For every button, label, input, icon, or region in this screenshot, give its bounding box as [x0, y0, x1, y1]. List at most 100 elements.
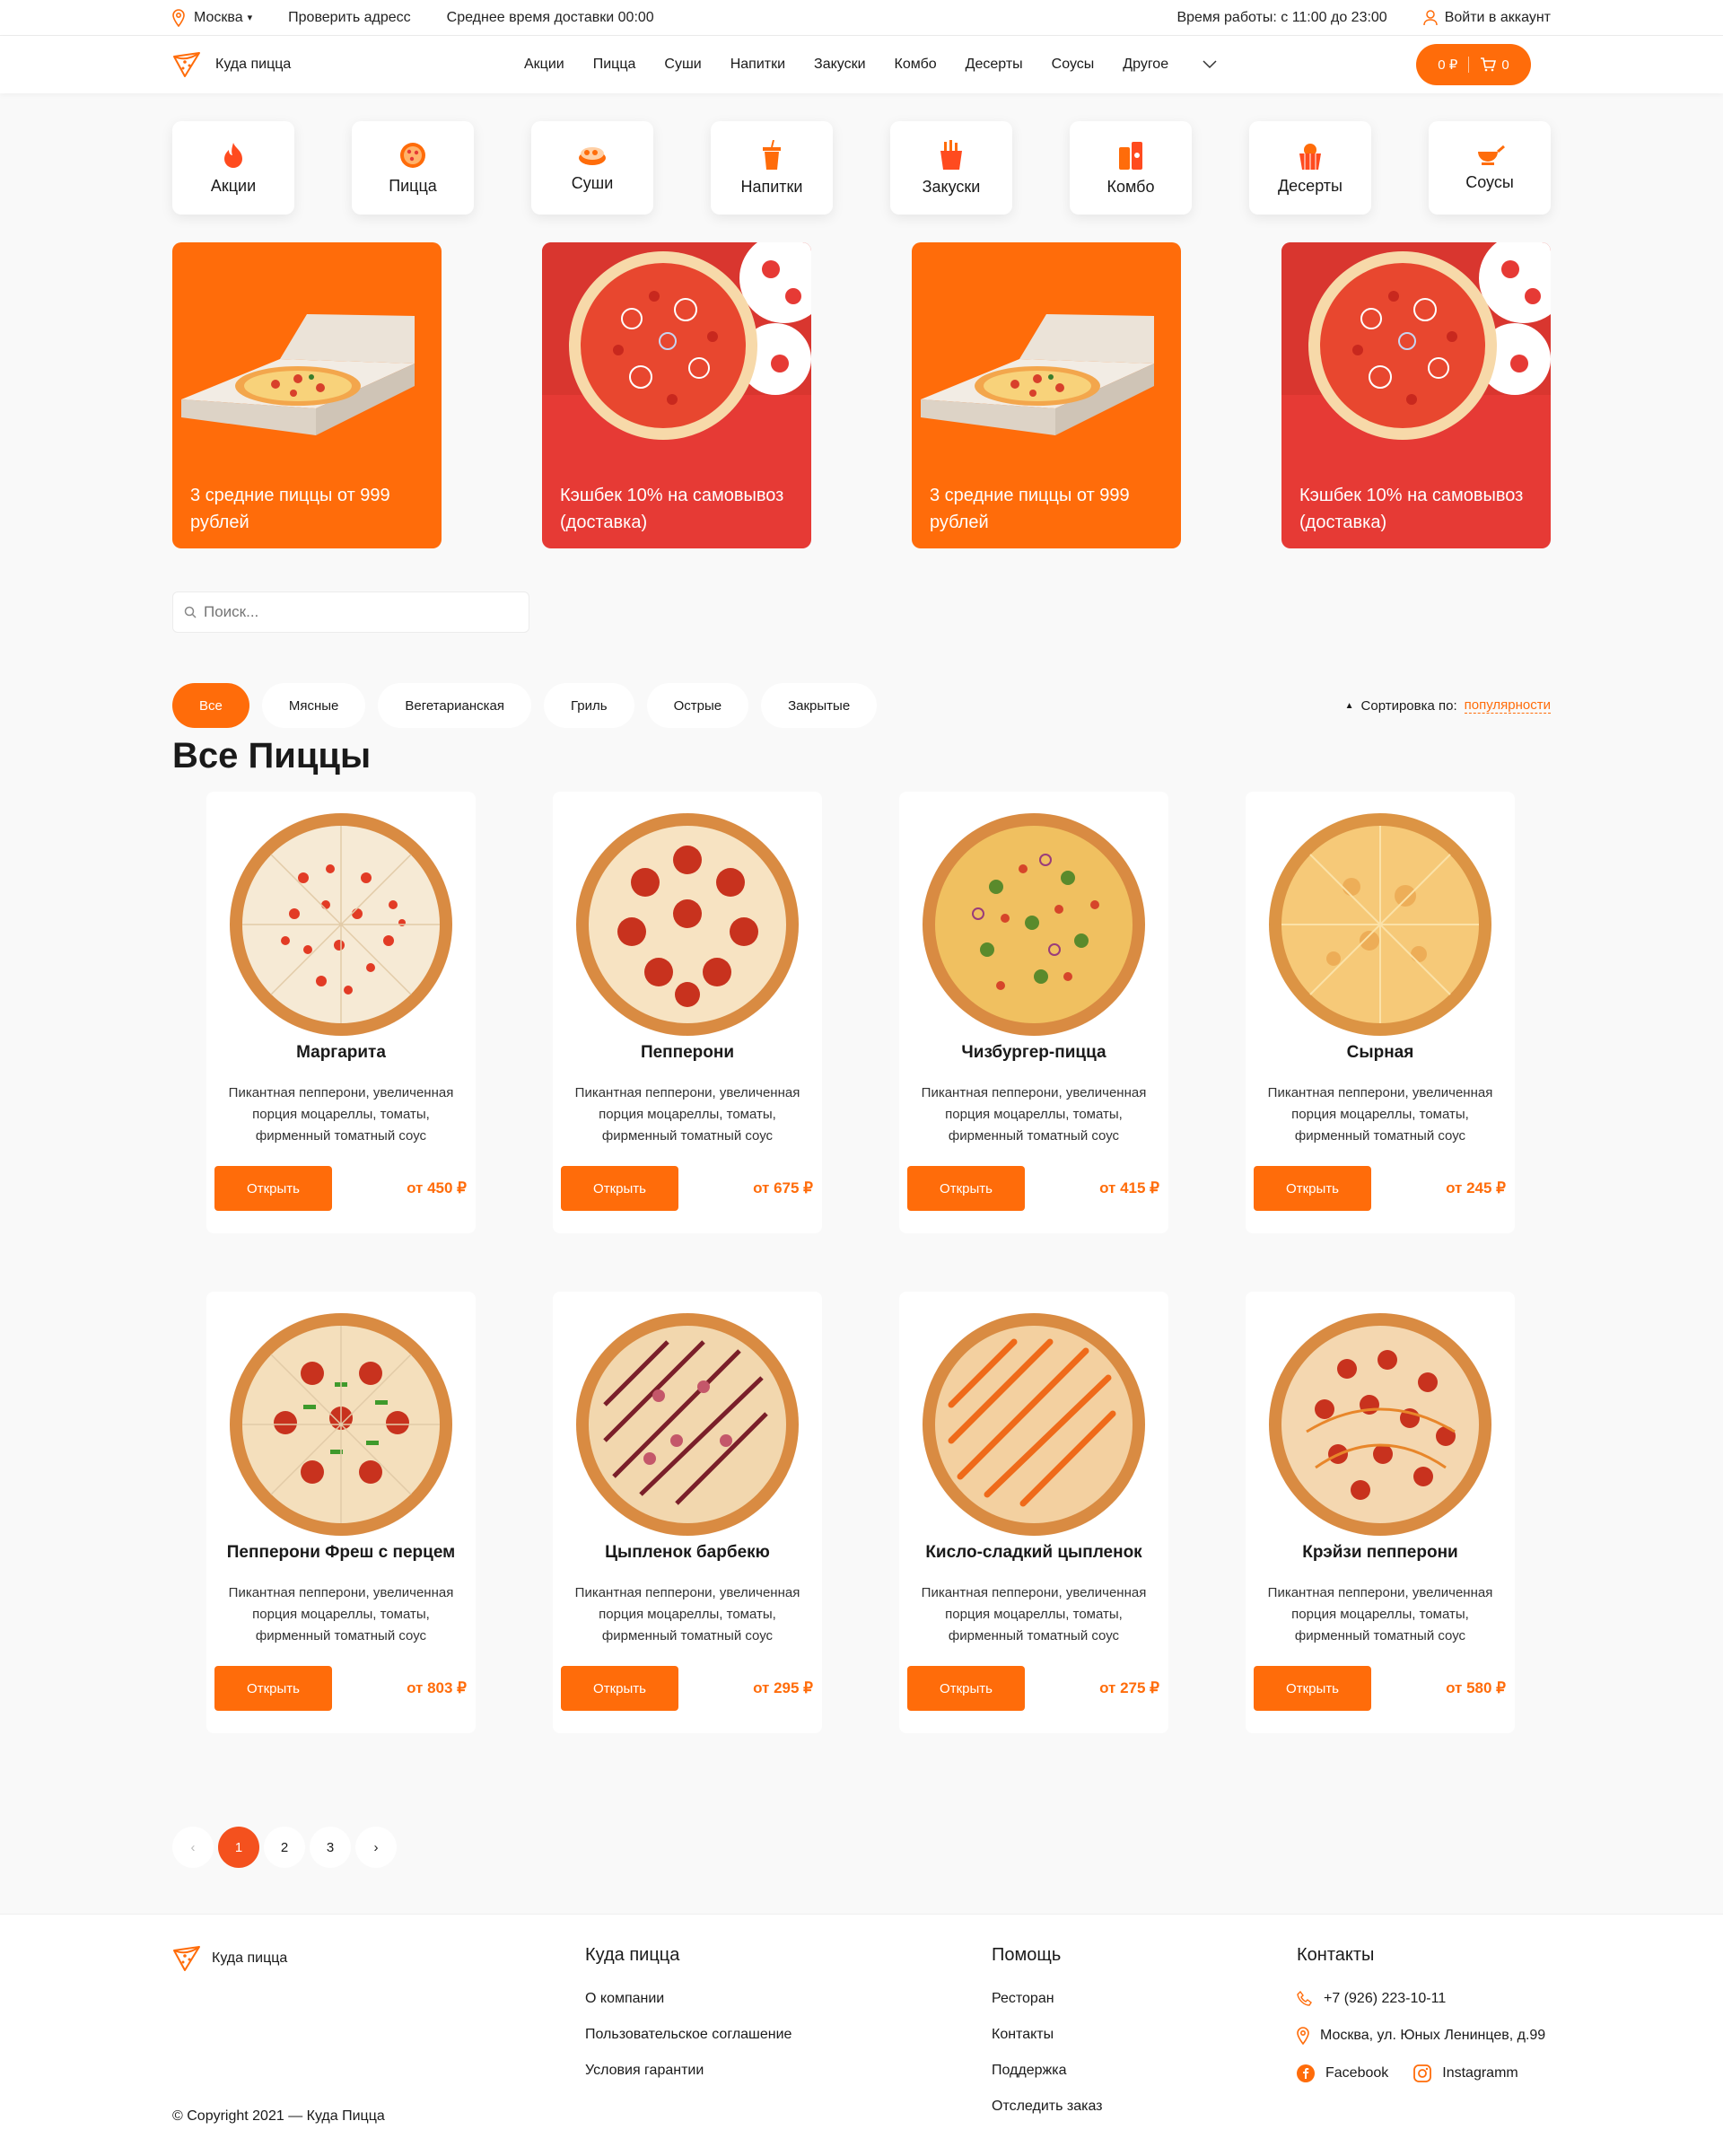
top-bar: Москва ▾ Проверить адресс Среднее время … [0, 0, 1723, 36]
promo-banner[interactable]: Кэшбек 10% на самовывоз (доставка) [542, 242, 811, 548]
footer-col-contacts: Контакты +7 (926) 223-10-11 Москва, ул. … [1297, 1945, 1545, 2102]
category-label: Комбо [1106, 177, 1155, 196]
nav-item-pizza[interactable]: Пицца [593, 57, 636, 73]
check-address-link[interactable]: Проверить адресс [288, 10, 411, 26]
facebook-label: Facebook [1325, 2065, 1389, 2081]
nav-item-drinks[interactable]: Напитки [730, 57, 785, 73]
logo[interactable]: Куда пицца [172, 51, 291, 78]
category-label: Соусы [1465, 172, 1514, 191]
pagination-next-button[interactable]: › [355, 1827, 397, 1868]
footer-link-warranty[interactable]: Условия гарантии [585, 2063, 792, 2079]
category-combo[interactable]: Комбо [1070, 121, 1192, 215]
promo-banner[interactable]: Кэшбек 10% на самовывоз (доставка) [1281, 242, 1551, 548]
dessert-icon [1299, 143, 1321, 170]
footer-social: Facebook Instagramm [1297, 2064, 1545, 2082]
category-sauces[interactable]: Соусы [1429, 121, 1551, 215]
promo-banner[interactable]: 3 средние пиццы от 999 рублей [912, 242, 1181, 548]
pizza-box-image [921, 314, 1154, 435]
filter-meat[interactable]: Мясные [261, 683, 366, 728]
open-product-button[interactable]: Открыть [1254, 1666, 1371, 1711]
category-promo[interactable]: Акции [172, 121, 294, 215]
open-product-button[interactable]: Открыть [907, 1666, 1025, 1711]
facebook-link[interactable]: Facebook [1297, 2064, 1388, 2082]
search-input[interactable] [204, 603, 509, 621]
address-text: Москва, ул. Юных Ленинцев, д.99 [1320, 2028, 1546, 2043]
chevron-down-icon: ▾ [247, 13, 253, 23]
nav-item-promo[interactable]: Акции [524, 57, 564, 73]
open-product-button[interactable]: Открыть [214, 1166, 332, 1211]
filter-closed[interactable]: Закрытые [761, 683, 878, 728]
filter-all[interactable]: Все [172, 683, 249, 728]
product-card[interactable]: Цыпленок барбекю Пикантная пепперони, ув… [553, 1292, 822, 1733]
nav-item-snacks[interactable]: Закуски [814, 57, 866, 73]
open-product-button[interactable]: Открыть [1254, 1166, 1371, 1211]
category-label: Суши [571, 173, 614, 192]
sort-value-dropdown[interactable]: популярности [1464, 697, 1551, 714]
chevron-down-icon [1203, 60, 1217, 69]
open-product-button[interactable]: Открыть [214, 1666, 332, 1711]
category-pizza[interactable]: Пицца [352, 121, 474, 215]
product-name: Пепперони Фреш с перцем [226, 1543, 456, 1562]
filter-grill[interactable]: Гриль [543, 683, 634, 728]
footer-phone[interactable]: +7 (926) 223-10-11 [1297, 1991, 1545, 2007]
promo-banner[interactable]: 3 средние пиццы от 999 рублей [172, 242, 442, 548]
instagram-label: Instagramm [1442, 2065, 1518, 2081]
phone-icon [1297, 1991, 1312, 2006]
login-link[interactable]: Войти в аккаунт [1422, 9, 1551, 26]
search-icon [184, 606, 197, 618]
city-selector[interactable]: Москва ▾ [172, 8, 253, 27]
footer-logo[interactable]: Куда пицца [172, 1945, 287, 1972]
nav-item-desserts[interactable]: Десерты [966, 57, 1023, 73]
instagram-link[interactable]: Instagramm [1413, 2064, 1518, 2082]
pizza-image [1281, 242, 1551, 440]
nav-item-combo[interactable]: Комбо [895, 57, 937, 73]
location-pin-icon [1297, 2027, 1309, 2045]
nav-item-sauces[interactable]: Соусы [1052, 57, 1095, 73]
product-price: от 245 ₽ [1446, 1179, 1506, 1196]
cart-sum: 0 ₽ [1438, 57, 1458, 73]
product-card[interactable]: Кисло-сладкий цыпленок Пикантная пепперо… [899, 1292, 1168, 1733]
filter-vegetarian[interactable]: Вегетарианская [378, 683, 531, 728]
pizza-margherita-image [230, 813, 452, 1036]
nav-item-sushi[interactable]: Суши [664, 57, 701, 73]
product-card[interactable]: Пепперони Пикантная пепперони, увеличенн… [553, 792, 822, 1233]
product-card[interactable]: Сырная Пикантная пепперони, увеличенная … [1246, 792, 1515, 1233]
pizza-pepperoni-image [576, 813, 799, 1036]
pagination-page-1[interactable]: 1 [218, 1827, 259, 1868]
category-sushi[interactable]: Суши [531, 121, 653, 215]
product-card[interactable]: Чизбургер-пицца Пикантная пепперони, уве… [899, 792, 1168, 1233]
category-desserts[interactable]: Десерты [1249, 121, 1371, 215]
product-card[interactable]: Маргарита Пикантная пепперони, увеличенн… [206, 792, 476, 1233]
pagination-page-2[interactable]: 2 [264, 1827, 305, 1868]
pagination-prev-button[interactable]: ‹ [172, 1827, 214, 1868]
main-header: Куда пицца Акции Пицца Суши Напитки Заку… [0, 36, 1723, 93]
product-card[interactable]: Крэйзи пепперони Пикантная пепперони, ув… [1246, 1292, 1515, 1733]
category-drinks[interactable]: Напитки [711, 121, 833, 215]
sort-control: ▲ Сортировка по: популярности [1345, 697, 1551, 714]
filter-spicy[interactable]: Острые [646, 683, 749, 728]
category-snacks[interactable]: Закуски [890, 121, 1012, 215]
pagination: ‹ 1 2 3 › [172, 1827, 401, 1868]
product-name: Маргарита [296, 1043, 386, 1062]
nav-item-other[interactable]: Другое [1123, 57, 1217, 73]
pagination-page-3[interactable]: 3 [310, 1827, 351, 1868]
footer-link-contacts[interactable]: Контакты [992, 2027, 1103, 2043]
product-price: от 415 ₽ [1099, 1179, 1159, 1196]
cart-count: 0 [1501, 57, 1509, 73]
product-card[interactable]: Пепперони Фреш с перцем Пикантная пеппер… [206, 1292, 476, 1733]
footer-link-support[interactable]: Поддержка [992, 2063, 1103, 2079]
footer-link-track-order[interactable]: Отследить заказ [992, 2099, 1103, 2115]
user-icon [1422, 9, 1438, 25]
pizza-image [542, 242, 811, 440]
sauce-icon [1478, 145, 1505, 165]
open-product-button[interactable]: Открыть [561, 1666, 678, 1711]
footer-link-restaurant[interactable]: Ресторан [992, 1991, 1103, 2007]
cart-button[interactable]: 0 ₽ 0 [1416, 44, 1531, 85]
footer-link-agreement[interactable]: Пользовательское соглашение [585, 2027, 792, 2043]
footer-link-about[interactable]: О компании [585, 1991, 792, 2007]
banner-text: Кэшбек 10% на самовывоз (доставка) [1299, 486, 1524, 532]
open-product-button[interactable]: Открыть [907, 1166, 1025, 1211]
open-product-button[interactable]: Открыть [561, 1166, 678, 1211]
pizza-bbq-chicken-image [576, 1313, 799, 1536]
product-name: Крэйзи пепперони [1302, 1543, 1458, 1562]
